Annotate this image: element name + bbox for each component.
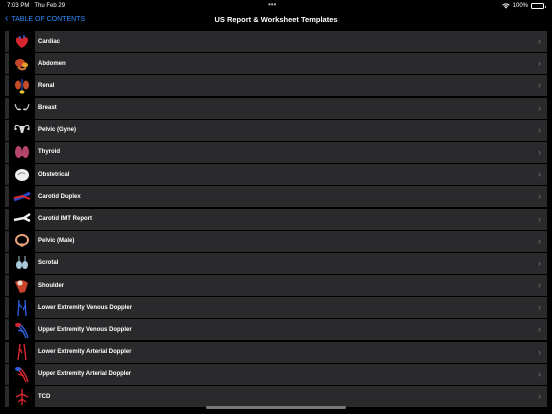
list-item-pelvic-male[interactable]: Pelvic (Male) › <box>5 230 547 252</box>
list-item-renal[interactable]: Renal › <box>5 75 547 97</box>
list-item-label: TCD <box>38 393 51 400</box>
template-list: Cardiac › Abdomen › Renal › Breast › Pelvic (Gyn… <box>5 31 547 408</box>
male-pelvis-icon <box>9 230 35 252</box>
chevron-right-icon: › <box>538 146 541 157</box>
uterus-icon <box>9 119 35 141</box>
list-item-label: Lower Extremity Arterial Doppler <box>38 349 132 356</box>
chevron-right-icon: › <box>538 191 541 202</box>
list-item-pelvic-gyne[interactable]: Pelvic (Gyne) › <box>5 119 547 141</box>
arm-arteries-icon <box>9 363 35 385</box>
chevron-right-icon: › <box>538 80 541 91</box>
shoulder-icon <box>9 275 35 297</box>
chevron-right-icon: › <box>538 36 541 46</box>
list-item-tcd[interactable]: TCD › <box>5 386 547 407</box>
list-item-label: Scrotal <box>38 260 59 267</box>
list-item-label: Obstetrical <box>38 171 70 178</box>
status-time: 7:03 PM Thu Feb 29 <box>7 3 66 9</box>
list-item-label: Pelvic (Gyne) <box>38 127 77 134</box>
chevron-right-icon: › <box>538 257 541 268</box>
list-item-scrotal[interactable]: Scrotal › <box>5 252 547 274</box>
list-item-label: Thyroid <box>38 149 60 156</box>
carotid-icon <box>9 186 35 208</box>
list-item-upper-extremity-arterial-doppler[interactable]: Upper Extremity Arterial Doppler › <box>5 363 547 385</box>
brain-vessels-icon <box>9 386 35 407</box>
multitasking-dots-icon[interactable]: ••• <box>268 0 276 9</box>
chevron-right-icon: › <box>538 124 541 135</box>
list-item-label: Abdomen <box>38 60 66 67</box>
kidney-icon <box>9 75 35 97</box>
list-item-abdomen[interactable]: Abdomen › <box>5 53 547 75</box>
battery-percent: 100% <box>512 3 528 9</box>
list-item-lower-extremity-arterial-doppler[interactable]: Lower Extremity Arterial Doppler › <box>5 341 547 363</box>
list-item-label: Breast <box>38 105 57 112</box>
list-item-label: Pelvic (Male) <box>38 238 75 245</box>
list-item-cardiac[interactable]: Cardiac › <box>5 31 547 52</box>
chevron-right-icon: › <box>538 391 541 401</box>
list-item-label: Upper Extremity Venous Doppler <box>38 326 132 333</box>
abdomen-icon <box>9 53 35 75</box>
chevron-right-icon: › <box>538 58 541 69</box>
status-right: 100% <box>501 3 546 9</box>
list-item-shoulder[interactable]: Shoulder › <box>5 275 547 297</box>
list-item-lower-extremity-venous-doppler[interactable]: Lower Extremity Venous Doppler › <box>5 297 547 319</box>
carotid-imt-icon <box>9 208 35 230</box>
leg-arteries-icon <box>9 341 35 363</box>
list-item-breast[interactable]: Breast › <box>5 97 547 119</box>
breast-icon <box>9 97 35 119</box>
fetus-icon <box>9 164 35 186</box>
chevron-right-icon: › <box>538 368 541 379</box>
navigation-bar: ‹ TABLE OF CONTENTS US Report & Workshee… <box>0 12 552 30</box>
chevron-right-icon: › <box>538 169 541 180</box>
list-item-label: Carotid IMT Report <box>38 216 92 222</box>
chevron-right-icon: › <box>538 102 541 113</box>
chevron-right-icon: › <box>538 302 541 313</box>
wifi-icon <box>501 3 510 9</box>
list-item-label: Carotid Duplex <box>38 193 81 200</box>
list-item-label: Renal <box>38 82 55 89</box>
chevron-right-icon: › <box>538 324 541 335</box>
chevron-right-icon: › <box>538 280 541 291</box>
chevron-right-icon: › <box>538 213 541 224</box>
heart-icon <box>9 31 35 52</box>
list-item-carotid-imt-report[interactable]: Carotid IMT Report › <box>5 208 547 230</box>
list-item-label: Upper Extremity Arterial Doppler <box>38 371 132 378</box>
list-item-label: Shoulder <box>38 282 65 289</box>
chevron-right-icon: › <box>538 235 541 246</box>
list-item-label: Cardiac <box>38 38 61 45</box>
scrotum-icon <box>9 252 35 274</box>
list-item-label: Lower Extremity Venous Doppler <box>38 304 133 311</box>
list-item-carotid-duplex[interactable]: Carotid Duplex › <box>5 186 547 208</box>
status-bar: 7:03 PM Thu Feb 29 ••• 100% <box>0 0 552 12</box>
page-title: US Report & Worksheet Templates <box>214 15 338 24</box>
thyroid-icon <box>9 141 35 163</box>
leg-veins-icon <box>9 297 35 319</box>
list-item-obstetrical[interactable]: Obstetrical › <box>5 164 547 186</box>
list-item-upper-extremity-venous-doppler[interactable]: Upper Extremity Venous Doppler › <box>5 319 547 341</box>
home-indicator[interactable] <box>206 406 346 409</box>
list-item-thyroid[interactable]: Thyroid › <box>5 141 547 163</box>
arm-veins-icon <box>9 319 35 341</box>
battery-icon <box>531 3 546 9</box>
chevron-right-icon: › <box>538 346 541 357</box>
